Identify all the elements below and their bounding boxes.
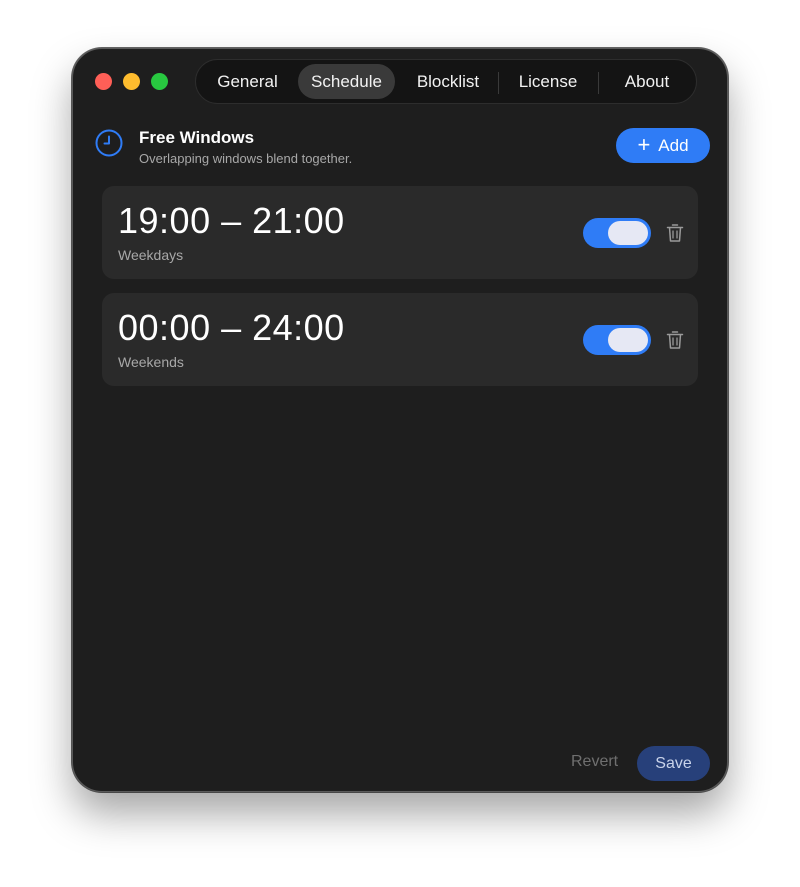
window-days: Weekdays	[118, 247, 184, 263]
toggle-knob	[608, 328, 648, 352]
tab-general[interactable]: General	[200, 64, 295, 99]
save-button[interactable]: Save	[637, 746, 710, 781]
settings-window: General Schedule Blocklist License About…	[72, 48, 728, 792]
clock-icon	[95, 129, 123, 157]
plus-icon: +	[637, 131, 651, 157]
window-enabled-toggle[interactable]	[583, 218, 651, 248]
window-time-range: 19:00 – 21:00	[118, 200, 345, 241]
zoom-window-button[interactable]	[151, 73, 168, 90]
minimize-window-button[interactable]	[123, 73, 140, 90]
schedule-window-card: 00:00 – 24:00 Weekends	[102, 293, 698, 386]
tab-bar: General Schedule Blocklist License About	[195, 59, 697, 104]
add-window-button[interactable]: + Add	[616, 128, 710, 163]
trash-icon[interactable]	[666, 330, 684, 350]
window-enabled-toggle[interactable]	[583, 325, 651, 355]
schedule-window-card: 19:00 – 21:00 Weekdays	[102, 186, 698, 279]
tab-about[interactable]: About	[600, 64, 694, 99]
section-title: Free Windows	[139, 128, 255, 147]
tab-divider	[498, 72, 499, 94]
revert-button[interactable]: Revert	[571, 753, 618, 771]
window-days: Weekends	[118, 354, 184, 370]
section-subtitle: Overlapping windows blend together.	[139, 151, 353, 166]
add-button-label: Add	[658, 135, 689, 155]
toggle-knob	[608, 221, 648, 245]
window-time-range: 00:00 – 24:00	[118, 307, 345, 348]
close-window-button[interactable]	[95, 73, 112, 90]
tab-schedule[interactable]: Schedule	[298, 64, 395, 99]
trash-icon[interactable]	[666, 223, 684, 243]
window-controls	[95, 73, 168, 90]
tab-divider	[598, 72, 599, 94]
tab-blocklist[interactable]: Blocklist	[400, 64, 496, 99]
tab-license[interactable]: License	[500, 64, 596, 99]
